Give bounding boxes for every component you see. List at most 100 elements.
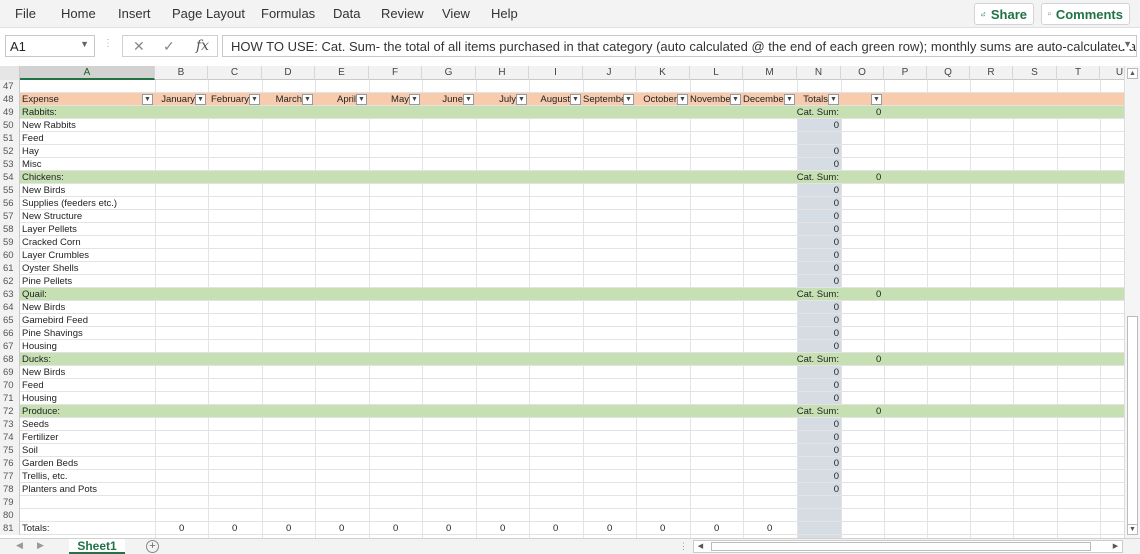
filter-dropdown-icon[interactable]: ▼: [784, 94, 795, 105]
horizontal-scroll-thumb[interactable]: [711, 542, 1091, 551]
filter-dropdown-icon[interactable]: ▼: [871, 94, 882, 105]
month-total-value[interactable]: 0: [500, 522, 505, 535]
category-label[interactable]: Produce:: [22, 405, 60, 418]
column-header-r[interactable]: R: [970, 66, 1013, 80]
row-number[interactable]: 81: [0, 522, 20, 535]
expense-label[interactable]: New Birds: [22, 366, 65, 379]
row-number[interactable]: 67: [0, 340, 20, 353]
column-header-b[interactable]: B: [155, 66, 208, 80]
expense-label[interactable]: Feed: [22, 132, 44, 145]
item-total-value[interactable]: 0: [834, 275, 839, 288]
row-number[interactable]: 48: [0, 93, 20, 106]
category-label[interactable]: Ducks:: [22, 353, 51, 366]
chevron-down-icon[interactable]: ▼: [80, 39, 89, 49]
column-header-n[interactable]: N: [797, 66, 841, 80]
expense-label[interactable]: Oyster Shells: [22, 262, 79, 275]
filter-dropdown-icon[interactable]: ▼: [356, 94, 367, 105]
item-total-value[interactable]: 0: [834, 379, 839, 392]
row-number[interactable]: 58: [0, 223, 20, 236]
expense-label[interactable]: Supplies (feeders etc.): [22, 197, 117, 210]
expense-label[interactable]: Pine Pellets: [22, 275, 72, 288]
filter-dropdown-icon[interactable]: ▼: [828, 94, 839, 105]
expense-label[interactable]: New Birds: [22, 184, 65, 197]
next-sheet-icon[interactable]: ▶: [37, 540, 44, 551]
scroll-up-icon[interactable]: ▲: [1127, 68, 1138, 79]
filter-dropdown-icon[interactable]: ▼: [195, 94, 206, 105]
column-header-t[interactable]: T: [1057, 66, 1100, 80]
cat-sum-value[interactable]: 0: [876, 405, 881, 418]
item-total-value[interactable]: 0: [834, 223, 839, 236]
expense-label[interactable]: Housing: [22, 392, 57, 405]
expense-label[interactable]: New Rabbits: [22, 119, 76, 132]
tab-split-grip-icon[interactable]: ⋮: [679, 541, 688, 552]
column-header-f[interactable]: F: [369, 66, 422, 80]
month-total-value[interactable]: 0: [339, 522, 344, 535]
row-number[interactable]: 70: [0, 379, 20, 392]
row-number[interactable]: 49: [0, 106, 20, 119]
row-number[interactable]: 66: [0, 327, 20, 340]
prev-sheet-icon[interactable]: ◀: [16, 540, 23, 551]
vertical-scroll-thumb[interactable]: [1127, 316, 1138, 526]
filter-dropdown-icon[interactable]: ▼: [623, 94, 634, 105]
column-header-s[interactable]: S: [1013, 66, 1057, 80]
expense-label[interactable]: Housing: [22, 340, 57, 353]
row-number[interactable]: 77: [0, 470, 20, 483]
filter-dropdown-icon[interactable]: ▼: [302, 94, 313, 105]
scroll-left-icon[interactable]: ◀: [694, 541, 707, 552]
month-total-value[interactable]: 0: [286, 522, 291, 535]
item-total-value[interactable]: 0: [834, 366, 839, 379]
month-total-value[interactable]: 0: [393, 522, 398, 535]
row-number[interactable]: 80: [0, 509, 20, 522]
expense-label[interactable]: Layer Crumbles: [22, 249, 89, 262]
row-number[interactable]: 57: [0, 210, 20, 223]
row-number[interactable]: 52: [0, 145, 20, 158]
month-total-value[interactable]: 0: [660, 522, 665, 535]
formula-input[interactable]: HOW TO USE: Cat. Sum- the total of all i…: [222, 35, 1137, 57]
expense-label[interactable]: Fertilizer: [22, 431, 58, 444]
column-header-h[interactable]: H: [476, 66, 529, 80]
row-number[interactable]: 72: [0, 405, 20, 418]
month-total-value[interactable]: 0: [607, 522, 612, 535]
formula-bar-grip-icon[interactable]: ⋮: [103, 38, 113, 49]
share-button[interactable]: Share: [974, 3, 1034, 25]
filter-dropdown-icon[interactable]: ▼: [142, 94, 153, 105]
item-total-value[interactable]: 0: [834, 249, 839, 262]
cat-sum-label[interactable]: Cat. Sum:: [797, 106, 839, 119]
insert-function-icon[interactable]: fx: [196, 38, 209, 54]
row-number[interactable]: 74: [0, 431, 20, 444]
category-label[interactable]: Chickens:: [22, 171, 64, 184]
expense-label[interactable]: Trellis, etc.: [22, 470, 68, 483]
expense-label[interactable]: Garden Beds: [22, 457, 78, 470]
row-number[interactable]: 51: [0, 132, 20, 145]
item-total-value[interactable]: 0: [834, 314, 839, 327]
item-total-value[interactable]: 0: [834, 119, 839, 132]
column-header-q[interactable]: Q: [927, 66, 970, 80]
item-total-value[interactable]: 0: [834, 327, 839, 340]
column-header-m[interactable]: M: [743, 66, 797, 80]
expense-label[interactable]: Seeds: [22, 418, 49, 431]
expense-label[interactable]: New Structure: [22, 210, 82, 223]
menu-view[interactable]: View: [442, 6, 470, 21]
item-total-value[interactable]: 0: [834, 392, 839, 405]
expense-label[interactable]: Planters and Pots: [22, 483, 97, 496]
item-total-value[interactable]: 0: [834, 444, 839, 457]
row-number[interactable]: 79: [0, 496, 20, 509]
item-total-value[interactable]: 0: [834, 197, 839, 210]
expense-label[interactable]: New Birds: [22, 301, 65, 314]
column-header-o[interactable]: O: [841, 66, 884, 80]
column-header-i[interactable]: I: [529, 66, 583, 80]
totals-label[interactable]: Totals:: [22, 522, 49, 535]
name-box[interactable]: A1 ▼: [5, 35, 95, 57]
month-total-value[interactable]: 0: [767, 522, 772, 535]
select-all-corner[interactable]: [0, 66, 20, 80]
item-total-value[interactable]: 0: [834, 145, 839, 158]
row-number[interactable]: 54: [0, 171, 20, 184]
cancel-icon[interactable]: ✕: [133, 38, 145, 55]
expense-label[interactable]: Gamebird Feed: [22, 314, 88, 327]
row-number[interactable]: 64: [0, 301, 20, 314]
expense-label[interactable]: Feed: [22, 379, 44, 392]
item-total-value[interactable]: 0: [834, 236, 839, 249]
filter-dropdown-icon[interactable]: ▼: [249, 94, 260, 105]
cat-sum-value[interactable]: 0: [876, 106, 881, 119]
item-total-value[interactable]: 0: [834, 431, 839, 444]
